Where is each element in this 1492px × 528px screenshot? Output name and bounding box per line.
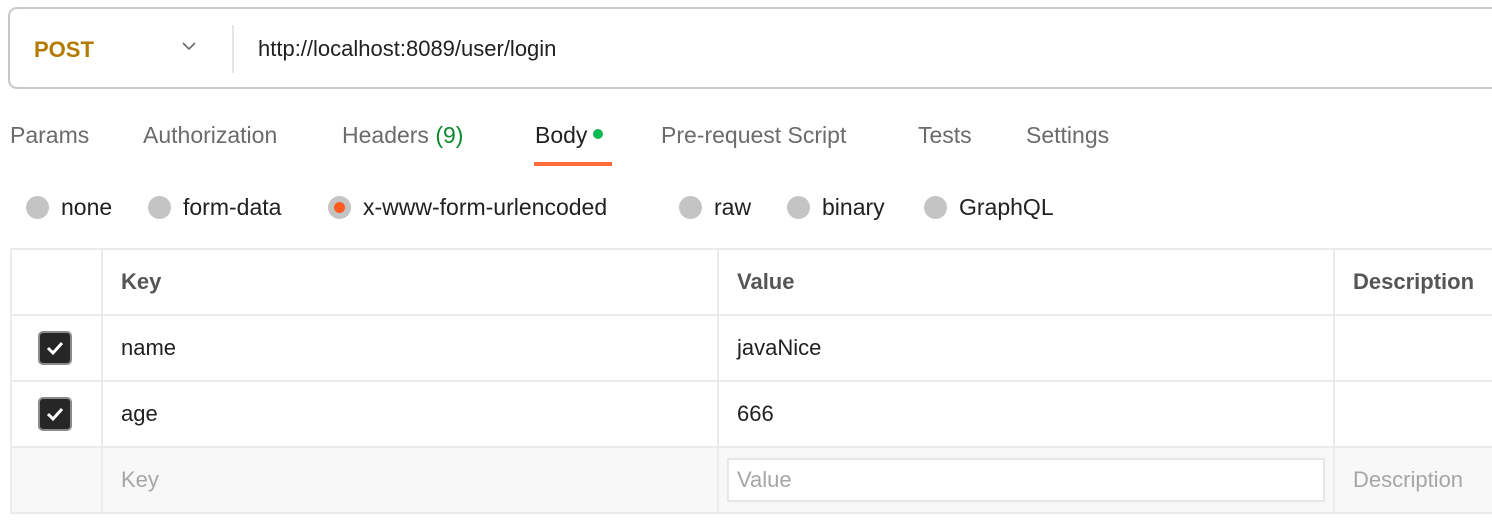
tab-label: Tests [918, 122, 972, 148]
checkbox-column-header [10, 248, 103, 316]
value-cell[interactable]: 666 [717, 380, 1335, 448]
tab-pre-request-script[interactable]: Pre-request Script [661, 122, 846, 149]
radio-label: raw [714, 194, 752, 220]
tab-label: Pre-request Script [661, 122, 847, 148]
tab-label: Headers [342, 122, 429, 148]
radio-binary[interactable]: binary [787, 194, 885, 221]
radio-icon [924, 196, 947, 219]
radio-icon [148, 196, 171, 219]
radio-icon [787, 196, 810, 219]
tab-label: Params [10, 122, 90, 148]
radio-label: x-www-form-urlencoded [363, 194, 608, 220]
new-key-input[interactable]: Key [101, 446, 719, 514]
radio-label: binary [822, 194, 885, 220]
radio-icon [26, 196, 49, 219]
divider [232, 25, 234, 73]
active-tab-underline [534, 162, 612, 166]
table-row: age 666 [10, 380, 1492, 448]
method-select[interactable]: POST [34, 37, 94, 63]
key-column-header: Key [101, 248, 719, 316]
value-column-header: Value [717, 248, 1335, 316]
tab-settings[interactable]: Settings [1026, 122, 1109, 149]
tab-params[interactable]: Params [10, 122, 89, 149]
table-row: name javaNice [10, 314, 1492, 382]
table-header: Key Value Description [10, 248, 1492, 316]
new-value-input[interactable]: Value [727, 458, 1325, 502]
radio-label: GraphQL [959, 194, 1054, 220]
chevron-down-icon[interactable] [178, 35, 200, 57]
value-cell[interactable]: javaNice [717, 314, 1335, 382]
params-table: Key Value Description name javaNice age … [10, 248, 1492, 514]
description-column-header: Description [1333, 248, 1492, 316]
tab-headers[interactable]: Headers (9) [342, 122, 463, 149]
row-checkbox[interactable] [38, 397, 72, 431]
tab-label: Body [535, 122, 588, 148]
radio-graphql[interactable]: GraphQL [924, 194, 1054, 221]
key-cell[interactable]: name [101, 314, 719, 382]
checkmark-icon [46, 341, 64, 356]
tab-tests[interactable]: Tests [918, 122, 972, 149]
description-cell[interactable] [1333, 380, 1492, 448]
radio-icon [679, 196, 702, 219]
tab-label: Settings [1026, 122, 1110, 148]
headers-count: (9) [435, 122, 464, 148]
description-cell[interactable] [1333, 314, 1492, 382]
radio-selected-icon [328, 196, 351, 219]
radio-label: none [61, 194, 113, 220]
url-input[interactable]: http://localhost:8089/user/login [258, 36, 556, 62]
radio-x-www-form-urlencoded[interactable]: x-www-form-urlencoded [328, 194, 607, 221]
radio-raw[interactable]: raw [679, 194, 751, 221]
row-checkbox[interactable] [38, 331, 72, 365]
key-cell[interactable]: age [101, 380, 719, 448]
empty-checkbox-cell [10, 446, 103, 514]
new-row: Key Value Description [10, 446, 1492, 514]
tab-label: Authorization [143, 122, 278, 148]
new-description-input[interactable]: Description [1333, 446, 1492, 514]
request-url-bar: POST http://localhost:8089/user/login [8, 7, 1492, 89]
radio-none[interactable]: none [26, 194, 112, 221]
radio-label: form-data [183, 194, 282, 220]
checkmark-icon [46, 407, 64, 422]
tab-authorization[interactable]: Authorization [143, 122, 277, 149]
body-indicator-dot [593, 128, 604, 139]
radio-form-data[interactable]: form-data [148, 194, 281, 221]
tab-body[interactable]: Body [535, 122, 604, 149]
